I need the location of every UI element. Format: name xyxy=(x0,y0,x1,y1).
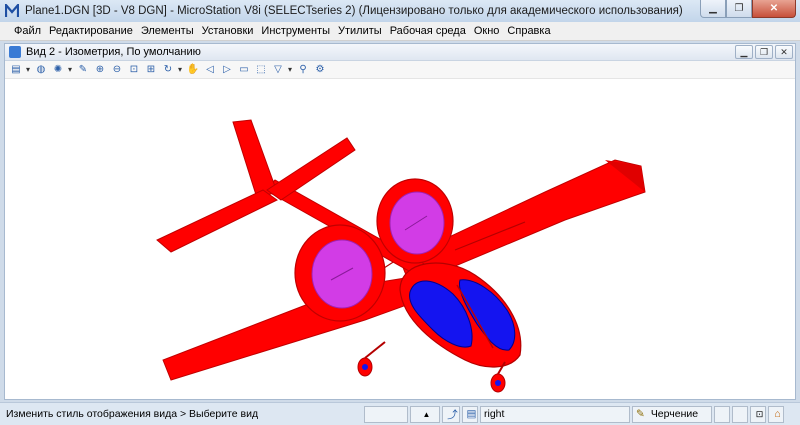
view-window-icon xyxy=(9,46,21,58)
menu-item-settings[interactable]: Установки xyxy=(202,25,254,37)
dropdown-arrow-icon[interactable]: ▾ xyxy=(288,63,293,77)
view-window-controls: ▁ ❐ ✕ xyxy=(735,45,793,59)
home-icon: ⌂ xyxy=(774,408,781,420)
view-previous-icon[interactable]: ◁ xyxy=(203,63,217,77)
close-icon[interactable]: ✕ xyxy=(752,0,796,18)
zoom-in-icon[interactable]: ⊕ xyxy=(93,63,107,77)
view-window: Вид 2 - Изометрия, По умолчанию ▁ ❐ ✕ ▤ … xyxy=(4,43,796,400)
level-pane-icon[interactable]: ▤ xyxy=(462,405,478,423)
dropdown-arrow-icon[interactable]: ▾ xyxy=(178,63,183,77)
lock-toggle[interactable]: ⤴ xyxy=(442,405,460,423)
caret-up-icon: ▲ xyxy=(422,409,431,419)
menu-item-window[interactable]: Окно xyxy=(474,25,500,37)
view-attributes-icon[interactable]: ▤ xyxy=(9,63,23,77)
view-title-bar: Вид 2 - Изометрия, По умолчанию ▁ ❐ ✕ xyxy=(5,44,795,61)
zoom-out-icon[interactable]: ⊖ xyxy=(110,63,124,77)
title-bar: Plane1.DGN [3D - V8 DGN] - MicroStation … xyxy=(0,0,800,22)
pencil-icon: ✎ xyxy=(636,408,645,420)
view-title: Вид 2 - Изометрия, По умолчанию xyxy=(26,46,201,58)
menu-item-element[interactable]: Элементы xyxy=(141,25,194,37)
vertical-fin xyxy=(232,119,278,199)
dropdown-arrow-icon[interactable]: ▾ xyxy=(68,63,73,77)
status-message: Изменить стиль отображения вида > Выбери… xyxy=(6,408,259,420)
window-title: Plane1.DGN [3D - V8 DGN] - MicroStation … xyxy=(25,5,683,17)
right-stabilizer xyxy=(266,137,356,201)
fit-view-icon[interactable]: ⊞ xyxy=(144,63,158,77)
camera-icon[interactable]: ⚲ xyxy=(296,63,310,77)
save-settings-icon: ⊡ xyxy=(755,408,764,419)
level-icon: ▤ xyxy=(466,408,477,420)
pan-view-icon[interactable]: ✋ xyxy=(186,63,200,77)
microstation-logo-icon xyxy=(4,3,20,19)
level-name: right xyxy=(484,408,505,420)
update-view-icon[interactable]: ✎ xyxy=(76,63,90,77)
menu-item-file[interactable]: Файл xyxy=(14,25,41,37)
menu-item-help[interactable]: Справка xyxy=(507,25,550,37)
menu-item-utilities[interactable]: Утилиты xyxy=(338,25,382,37)
view-next-icon[interactable]: ▷ xyxy=(220,63,234,77)
clip-mask-icon[interactable]: ▽ xyxy=(271,63,285,77)
lock-icon: ⤴ xyxy=(447,408,458,421)
view-restore-icon[interactable]: ❐ xyxy=(755,45,773,59)
restore-icon[interactable]: ❐ xyxy=(726,0,752,18)
snap-pane[interactable]: ▲ xyxy=(410,405,440,423)
window-area-icon[interactable]: ⊡ xyxy=(127,63,141,77)
display-style-icon[interactable]: ◍ xyxy=(34,63,48,77)
level-pane[interactable]: right xyxy=(480,405,630,423)
status-pane-blank-1 xyxy=(714,405,730,423)
menu-bar: Файл Редактирование Элементы Установки И… xyxy=(0,22,800,41)
status-pane-empty xyxy=(364,405,408,423)
clip-volume-icon[interactable]: ⬚ xyxy=(254,63,268,77)
view-minimize-icon[interactable]: ▁ xyxy=(735,45,753,59)
rotate-view-icon[interactable]: ↻ xyxy=(161,63,175,77)
mode-name: Черчение xyxy=(650,408,699,420)
mode-pane[interactable]: ✎ Черчение xyxy=(632,405,712,423)
minimize-icon[interactable]: ▁ xyxy=(700,0,726,18)
menu-item-workspace[interactable]: Рабочая среда xyxy=(390,25,466,37)
status-bar: Изменить стиль отображения вида > Выбери… xyxy=(0,402,800,425)
dropdown-arrow-icon[interactable]: ▾ xyxy=(26,63,31,77)
lighting-icon[interactable]: ✺ xyxy=(51,63,65,77)
menu-item-edit[interactable]: Редактирование xyxy=(49,25,133,37)
left-stabilizer xyxy=(156,189,278,253)
window-controls: ▁ ❐ ✕ xyxy=(700,0,796,18)
view-close-icon[interactable]: ✕ xyxy=(775,45,793,59)
status-pane-blank-2 xyxy=(732,405,748,423)
view-toolbar: ▤ ▾ ◍ ✺ ▾ ✎ ⊕ ⊖ ⊡ ⊞ ↻ ▾ ✋ ◁ ▷ ▭ ⬚ ▽ ▾ ⚲ … xyxy=(5,61,795,79)
copy-view-icon[interactable]: ▭ xyxy=(237,63,251,77)
menu-item-tools[interactable]: Инструменты xyxy=(261,25,330,37)
view-canvas[interactable] xyxy=(5,80,795,399)
home-pane[interactable]: ⌂ xyxy=(768,405,784,423)
save-settings-pane[interactable]: ⊡ xyxy=(750,405,766,423)
view-settings-icon[interactable]: ⚙ xyxy=(313,63,327,77)
